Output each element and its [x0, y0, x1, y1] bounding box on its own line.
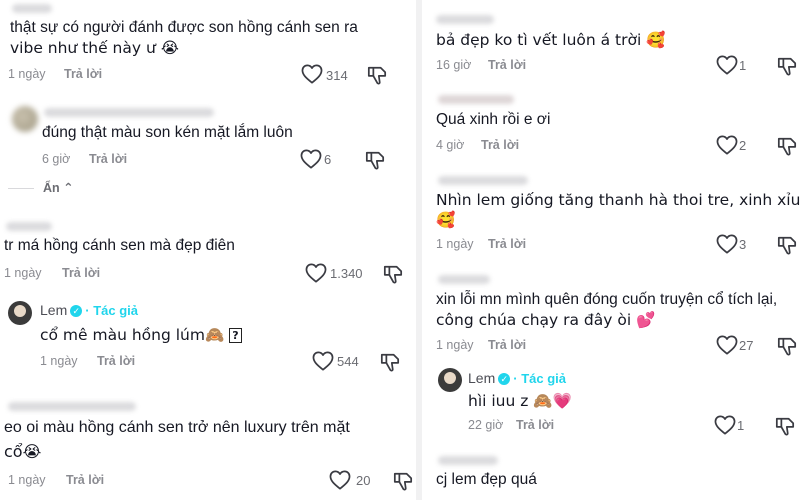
- comment-time: 1 ngày: [40, 354, 78, 368]
- blurred-username: [44, 108, 214, 117]
- author-row: Lem ✓ · Tác giả: [40, 302, 138, 318]
- dislike-icon[interactable]: [392, 471, 414, 491]
- like-count: 1: [739, 58, 747, 73]
- like-heart-icon[interactable]: [716, 335, 738, 355]
- dislike-icon[interactable]: [776, 235, 798, 255]
- comment-time: 4 giờ: [436, 138, 465, 152]
- comment-time: 6 giờ: [42, 152, 71, 166]
- blurred-username: [438, 456, 498, 465]
- comment-text: tr má hồng cánh sen mà đẹp điên: [4, 237, 235, 254]
- comment-time: 16 giờ: [436, 58, 472, 72]
- like-heart-icon[interactable]: [716, 234, 738, 254]
- comment-text-line2: 🥰: [436, 211, 456, 229]
- comment-time: 1 ngày: [436, 338, 474, 352]
- comment-text: Quá xinh rồi e ơi: [436, 111, 551, 128]
- author-avatar[interactable]: [438, 368, 462, 392]
- like-heart-icon[interactable]: [716, 55, 738, 75]
- author-row: Lem ✓ · Tác giả: [468, 370, 566, 386]
- blurred-username: [438, 275, 490, 284]
- author-name[interactable]: Lem: [468, 370, 495, 386]
- divider: [8, 188, 34, 189]
- like-count: 2: [739, 138, 747, 153]
- comment-text: cổ mê màu hồng lúm🙈 ?: [40, 324, 242, 346]
- dislike-icon[interactable]: [776, 336, 798, 356]
- blurred-username: [436, 15, 494, 24]
- verified-check-icon: ✓: [70, 305, 83, 317]
- dislike-icon[interactable]: [366, 65, 388, 85]
- dislike-icon[interactable]: [776, 56, 798, 76]
- like-count: 1.340: [330, 266, 363, 281]
- dislike-icon[interactable]: [776, 136, 798, 156]
- comment-text: hìi iuu z 🙈💗: [468, 392, 572, 410]
- comment-text-line2: vibe như thế này ư 😭: [10, 39, 179, 57]
- blurred-username: [8, 402, 136, 411]
- reply-button[interactable]: Trả lời: [62, 266, 100, 280]
- comment-text: đúng thật màu son kén mặt lắm luôn: [42, 124, 293, 141]
- missing-glyph-icon: ?: [229, 328, 242, 343]
- comment-text-line1: Nhìn lem giống tăng thanh hà thoi tre, x…: [436, 191, 800, 209]
- comment-time: 1 ngày: [436, 237, 474, 251]
- like-count: 544: [337, 354, 359, 369]
- verified-check-icon: ✓: [498, 373, 511, 385]
- reply-button[interactable]: Trả lời: [64, 67, 102, 81]
- comments-panel-right: bả đẹp ko tì vết luôn á trời 🥰 16 giờ Tr…: [424, 0, 800, 500]
- like-heart-icon[interactable]: [716, 135, 738, 155]
- hide-replies-button[interactable]: Ẩn ⌃: [43, 180, 74, 195]
- dislike-icon[interactable]: [379, 352, 401, 372]
- like-count: 20: [356, 473, 371, 488]
- comment-time: 22 giờ: [468, 418, 504, 432]
- like-count: 3: [739, 237, 747, 252]
- reply-button[interactable]: Trả lời: [97, 354, 135, 368]
- reply-button[interactable]: Trả lời: [516, 418, 554, 432]
- comment-time: 1 ngày: [8, 67, 46, 81]
- comment-text-line1: xin lỗi mn mình quên đóng cuốn truyện cổ…: [436, 291, 778, 308]
- blurred-username: [12, 4, 52, 13]
- comment-text-line2: công chúa chạy ra đây òi 💕: [436, 311, 656, 329]
- like-heart-icon[interactable]: [300, 149, 322, 169]
- reply-button[interactable]: Trả lời: [488, 58, 526, 72]
- author-badge: Tác giả: [93, 303, 138, 318]
- panel-divider: [416, 0, 422, 500]
- blurred-username: [438, 95, 514, 104]
- avatar[interactable]: [12, 106, 38, 132]
- comment-time: 1 ngày: [4, 266, 42, 280]
- dislike-icon[interactable]: [382, 264, 404, 284]
- dislike-icon[interactable]: [774, 416, 796, 436]
- like-heart-icon[interactable]: [301, 64, 323, 84]
- like-heart-icon[interactable]: [329, 470, 351, 490]
- reply-button[interactable]: Trả lời: [66, 473, 104, 487]
- like-count: 1: [737, 418, 745, 433]
- author-name[interactable]: Lem: [40, 302, 67, 318]
- comment-text-line2: cổ😭: [4, 442, 42, 461]
- comments-panel-left: thật sự có người đánh được son hồng cánh…: [0, 0, 414, 500]
- like-heart-icon[interactable]: [312, 351, 334, 371]
- comment-time: 1 ngày: [8, 473, 46, 487]
- like-count: 6: [324, 152, 332, 167]
- comment-text-line1: eo oi màu hồng cánh sen trở nên luxury t…: [4, 419, 350, 436]
- comment-text: cj lem đẹp quá: [436, 471, 537, 488]
- reply-button[interactable]: Trả lời: [481, 138, 519, 152]
- reply-button[interactable]: Trả lời: [488, 338, 526, 352]
- like-count: 27: [739, 338, 754, 353]
- dislike-icon[interactable]: [364, 150, 386, 170]
- like-heart-icon[interactable]: [305, 263, 327, 283]
- comment-text: bả đẹp ko tì vết luôn á trời 🥰: [436, 31, 666, 49]
- like-count: 314: [326, 68, 348, 83]
- like-heart-icon[interactable]: [714, 415, 736, 435]
- reply-button[interactable]: Trả lời: [488, 237, 526, 251]
- reply-button[interactable]: Trả lời: [89, 152, 127, 166]
- comment-text-line1: thật sự có người đánh được son hồng cánh…: [10, 19, 358, 36]
- blurred-username: [6, 222, 52, 231]
- author-avatar[interactable]: [8, 301, 32, 325]
- author-badge: Tác giả: [521, 371, 566, 386]
- blurred-username: [438, 176, 528, 185]
